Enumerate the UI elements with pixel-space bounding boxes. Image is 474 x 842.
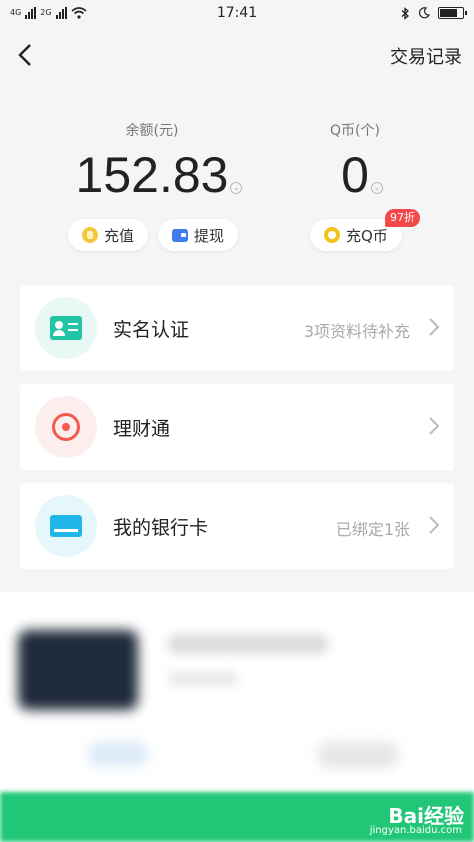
card-title: 我的银行卡 bbox=[113, 517, 209, 539]
card-licaitong[interactable]: 理财通 bbox=[20, 384, 454, 470]
qcoin-balance: Q币(个) 0 ⌄ bbox=[305, 112, 405, 204]
card-bank-cards[interactable]: 我的银行卡 已绑定1张 bbox=[20, 483, 454, 569]
bank-card-icon-wrap bbox=[35, 495, 97, 557]
chevron-right-icon bbox=[429, 318, 440, 336]
blurred-text bbox=[168, 672, 238, 686]
clock: 17:41 bbox=[216, 5, 258, 21]
status-icons bbox=[401, 6, 467, 20]
qcoin-icon bbox=[324, 227, 340, 243]
bluetooth-icon bbox=[401, 6, 409, 20]
yuan-amount-text: 152.83 bbox=[75, 147, 229, 203]
back-button[interactable] bbox=[10, 40, 40, 70]
licaitong-icon-wrap bbox=[35, 396, 97, 458]
status-bar: 4G 2G 17:41 bbox=[0, 0, 474, 26]
signal-icon-2 bbox=[55, 7, 67, 19]
network-type-label-2: 2G bbox=[40, 8, 52, 17]
qcoin-balance-amount[interactable]: 0 ⌄ bbox=[341, 146, 383, 204]
withdraw-button[interactable]: 提现 bbox=[158, 219, 239, 251]
recharge-qcoin-label: 充Q币 bbox=[346, 226, 388, 245]
battery-charging-icon bbox=[438, 7, 467, 19]
blurred-button bbox=[318, 742, 398, 768]
yuan-balance: 余额(元) 152.83 ⌄ bbox=[62, 112, 243, 204]
blurred-button bbox=[88, 742, 148, 766]
yuan-balance-label: 余额(元) bbox=[125, 123, 179, 139]
network-type-label: 4G bbox=[10, 8, 22, 17]
recharge-button[interactable]: 充值 bbox=[68, 219, 149, 251]
chevron-right-icon bbox=[429, 516, 440, 534]
blurred-text bbox=[168, 634, 328, 654]
watermark-url: jingyan.baidu.com bbox=[369, 825, 462, 836]
chevron-right-icon bbox=[429, 417, 440, 435]
moon-icon bbox=[418, 7, 430, 19]
yuan-balance-amount[interactable]: 152.83 ⌄ bbox=[75, 146, 243, 204]
chevron-down-icon: ⌄ bbox=[230, 182, 243, 194]
id-card-icon bbox=[50, 316, 82, 340]
card-subtitle: 已绑定1张 bbox=[335, 520, 410, 539]
blurred-image bbox=[18, 630, 138, 710]
discount-badge: 97折 bbox=[385, 209, 420, 227]
transaction-records-link[interactable]: 交易记录 bbox=[390, 43, 462, 69]
withdraw-label: 提现 bbox=[194, 226, 225, 245]
card-title: 理财通 bbox=[113, 418, 171, 440]
id-card-icon-wrap bbox=[35, 297, 97, 359]
wallet-icon bbox=[172, 228, 188, 242]
card-subtitle: 3项资料待补充 bbox=[303, 322, 410, 341]
bank-card-icon bbox=[50, 515, 82, 537]
chevron-left-icon bbox=[18, 44, 31, 66]
qcoin-amount-text: 0 bbox=[341, 147, 369, 203]
chevron-down-icon: ⌄ bbox=[370, 182, 383, 194]
recharge-label: 充值 bbox=[104, 226, 135, 245]
licaitong-icon bbox=[52, 413, 80, 441]
qcoin-balance-label: Q币(个) bbox=[330, 123, 380, 139]
nav-bar: 交易记录 bbox=[0, 30, 474, 82]
wifi-icon bbox=[71, 7, 87, 19]
coin-icon bbox=[82, 227, 98, 243]
signal-icon bbox=[25, 7, 37, 19]
card-title: 实名认证 bbox=[113, 319, 190, 341]
card-real-name-verification[interactable]: 实名认证 3项资料待补充 bbox=[20, 285, 454, 371]
signal-group: 4G 2G bbox=[10, 7, 87, 19]
